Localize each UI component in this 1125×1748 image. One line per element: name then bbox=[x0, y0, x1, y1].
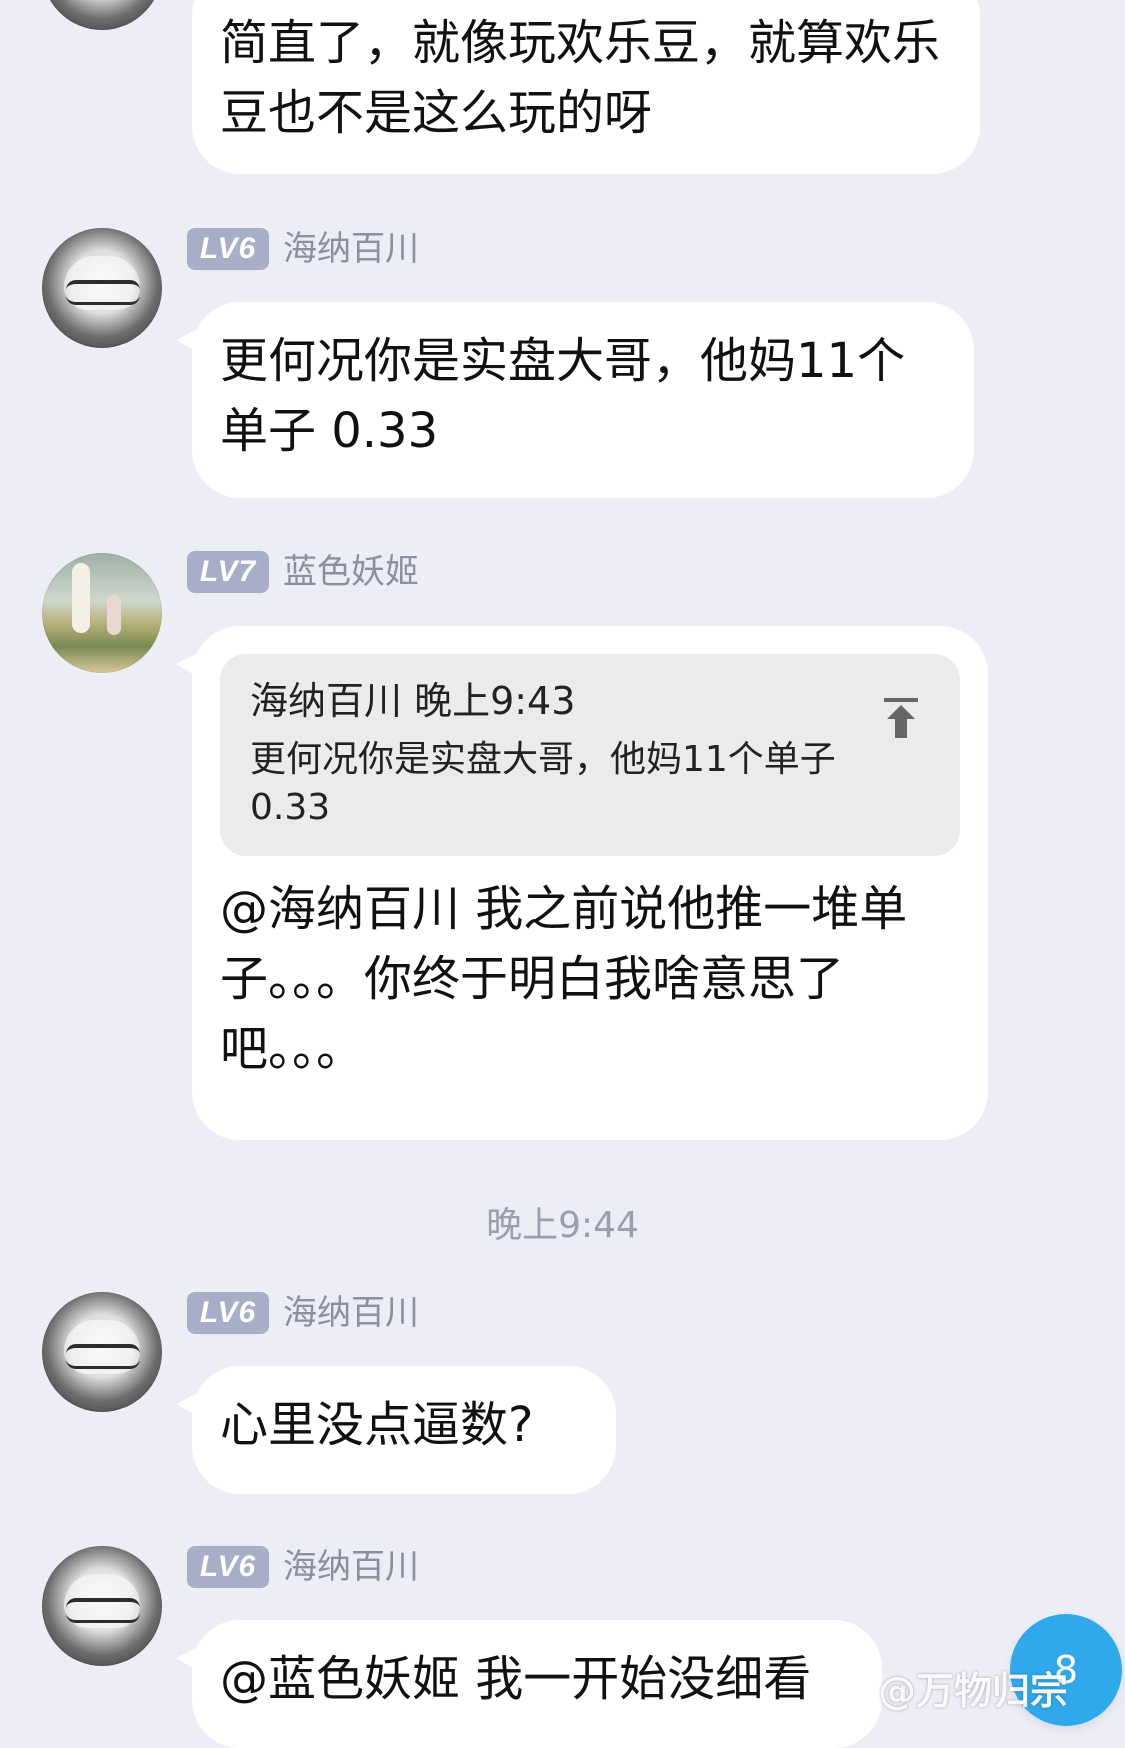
avatar-glasses-shape bbox=[66, 280, 140, 305]
sender-name[interactable]: 海纳百川 bbox=[283, 232, 419, 266]
avatar[interactable] bbox=[42, 0, 162, 30]
sender-name[interactable]: 海纳百川 bbox=[283, 1550, 419, 1584]
jump-to-original-icon[interactable] bbox=[882, 696, 920, 740]
message-bubble[interactable]: 海纳百川 晚上9:43 更何况你是实盘大哥，他妈11个单子 0.33 @海纳百川… bbox=[176, 626, 988, 1140]
avatar-glasses-shape bbox=[66, 1344, 140, 1369]
message-meta: LV7 蓝色妖姬 bbox=[187, 549, 419, 595]
level-badge: LV6 bbox=[187, 1546, 269, 1588]
avatar[interactable] bbox=[42, 228, 162, 348]
message-bubble[interactable]: 更何况你是实盘大哥，他妈11个单子 0.33 bbox=[176, 302, 974, 498]
quoted-text: 更何况你是实盘大哥，他妈11个单子 0.33 bbox=[250, 739, 836, 828]
message-meta: LV6 海纳百川 bbox=[187, 226, 419, 272]
message-bubble[interactable]: 心里没点逼数? bbox=[176, 1366, 616, 1494]
sender-name[interactable]: 海纳百川 bbox=[283, 1296, 419, 1330]
watermark: @万物归宗 bbox=[878, 1669, 1069, 1713]
level-badge: LV6 bbox=[187, 228, 269, 270]
sender-name[interactable]: 蓝色妖姬 bbox=[283, 555, 419, 589]
message-text: 心里没点逼数? bbox=[220, 1397, 534, 1453]
message-bubble[interactable]: @蓝色妖姬 我一开始没细看 bbox=[176, 1620, 882, 1748]
message-text: 更何况你是实盘大哥，他妈11个单子 0.33 bbox=[220, 333, 906, 459]
quoted-header: 海纳百川 晚上9:43 bbox=[250, 679, 576, 723]
timestamp-divider: 晚上9:44 bbox=[486, 1205, 639, 1246]
avatar-glasses-shape bbox=[66, 1598, 140, 1623]
avatar[interactable] bbox=[42, 1292, 162, 1412]
message-text: @蓝色妖姬 我一开始没细看 bbox=[220, 1651, 812, 1707]
message-meta: LV6 海纳百川 bbox=[187, 1290, 419, 1336]
quoted-message[interactable]: 海纳百川 晚上9:43 更何况你是实盘大哥，他妈11个单子 0.33 bbox=[220, 654, 960, 856]
message-text: @海纳百川 我之前说他推一堆单子。。。你终于明白我啥意思了吧。。。 bbox=[220, 881, 908, 1077]
message-meta: LV6 海纳百川 bbox=[187, 1544, 419, 1590]
avatar[interactable] bbox=[42, 1546, 162, 1666]
level-badge: LV7 bbox=[187, 551, 269, 593]
avatar-figure-shape bbox=[107, 595, 121, 635]
avatar[interactable] bbox=[42, 553, 162, 673]
level-badge: LV6 bbox=[187, 1292, 269, 1334]
avatar-figure-shape bbox=[72, 563, 90, 633]
message-text: 简直了，就像玩欢乐豆，就算欢乐豆也不是这么玩的呀 bbox=[220, 15, 941, 141]
message-bubble[interactable]: 简直了，就像玩欢乐豆，就算欢乐豆也不是这么玩的呀 bbox=[192, 0, 980, 174]
